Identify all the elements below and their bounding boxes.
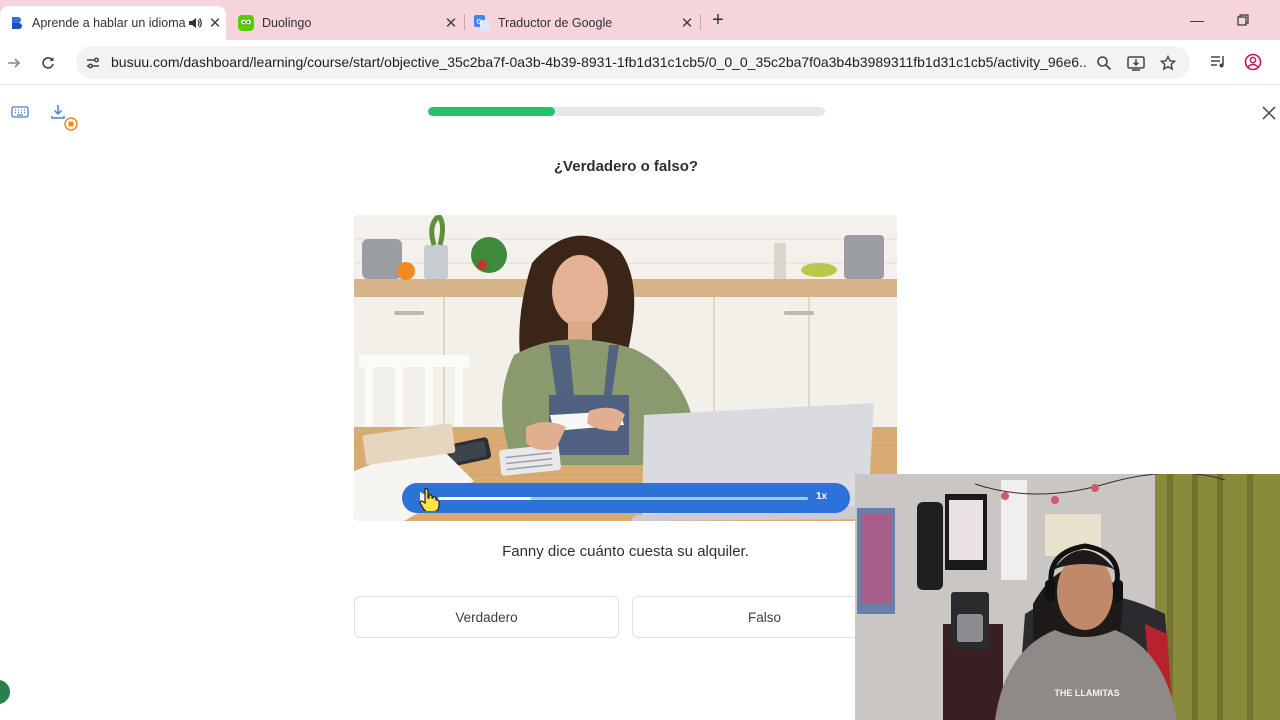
audio-player[interactable]: 1x [402, 483, 850, 513]
keyboard-icon[interactable] [9, 101, 31, 123]
install-app-icon[interactable] [1126, 53, 1146, 73]
duolingo-icon [238, 15, 254, 31]
woman-with-calculator-illustration [354, 215, 897, 521]
tab-google-translate[interactable]: G Traductor de Google ✕ [466, 6, 698, 40]
browser-toolbar: busuu.com/dashboard/learning/course/star… [0, 40, 1280, 85]
address-bar[interactable]: busuu.com/dashboard/learning/course/star… [76, 46, 1190, 79]
browser-tab-bar: Aprende a hablar un idioma ✕ Duolingo ✕ … [0, 0, 1280, 40]
tab-title: Duolingo [262, 16, 312, 30]
help-chat-icon[interactable] [0, 680, 10, 704]
close-tab-icon[interactable]: ✕ [676, 14, 698, 32]
close-lesson-icon[interactable] [1258, 102, 1280, 124]
close-tab-icon[interactable]: ✕ [440, 14, 462, 32]
site-info-icon[interactable] [84, 54, 102, 72]
lesson-progress-bar [428, 107, 825, 116]
tab-duolingo[interactable]: Duolingo ✕ [230, 6, 462, 40]
tab-busuu[interactable]: Aprende a hablar un idioma ✕ [0, 6, 226, 40]
webcam-overlay: THE LLAMITAS [855, 474, 1280, 720]
question-title: ¿Verdadero o falso? [553, 158, 699, 175]
tab-title: Aprende a hablar un idioma [32, 16, 186, 30]
minimize-window-icon[interactable]: — [1186, 9, 1208, 31]
recording-badge-icon [62, 115, 80, 133]
hand-cursor-icon [418, 487, 440, 513]
answer-verdadero-button[interactable]: Verdadero [354, 596, 619, 638]
media-control-icon[interactable] [1208, 52, 1228, 72]
lesson-progress-fill [428, 107, 556, 116]
lesson-photo [354, 215, 897, 521]
close-tab-icon[interactable]: ✕ [204, 14, 226, 32]
profile-icon[interactable] [1243, 52, 1263, 72]
speaker-icon[interactable] [186, 16, 204, 30]
reload-icon[interactable] [36, 51, 60, 75]
tab-separator [700, 14, 701, 30]
audio-progress-fill [438, 497, 531, 500]
forward-icon[interactable] [2, 51, 26, 75]
audio-progress-track[interactable] [438, 497, 808, 500]
statement-text: Fanny dice cuánto cuesta su alquiler. [502, 543, 749, 560]
zoom-icon[interactable] [1094, 53, 1114, 73]
restore-window-icon[interactable] [1232, 9, 1254, 31]
url-text: busuu.com/dashboard/learning/course/star… [111, 54, 1086, 70]
busuu-icon [8, 15, 24, 31]
tab-title: Traductor de Google [498, 16, 613, 30]
shirt-text: THE LLAMITAS [1054, 688, 1119, 698]
playback-speed-button[interactable]: 1x [816, 491, 827, 502]
tab-separator [464, 14, 465, 30]
webcam-feed-image: THE LLAMITAS [855, 474, 1280, 720]
new-tab-button[interactable]: + [707, 9, 729, 31]
svg-text:G: G [477, 19, 483, 26]
google-translate-icon: G [474, 15, 490, 31]
bookmark-star-icon[interactable] [1158, 53, 1178, 73]
